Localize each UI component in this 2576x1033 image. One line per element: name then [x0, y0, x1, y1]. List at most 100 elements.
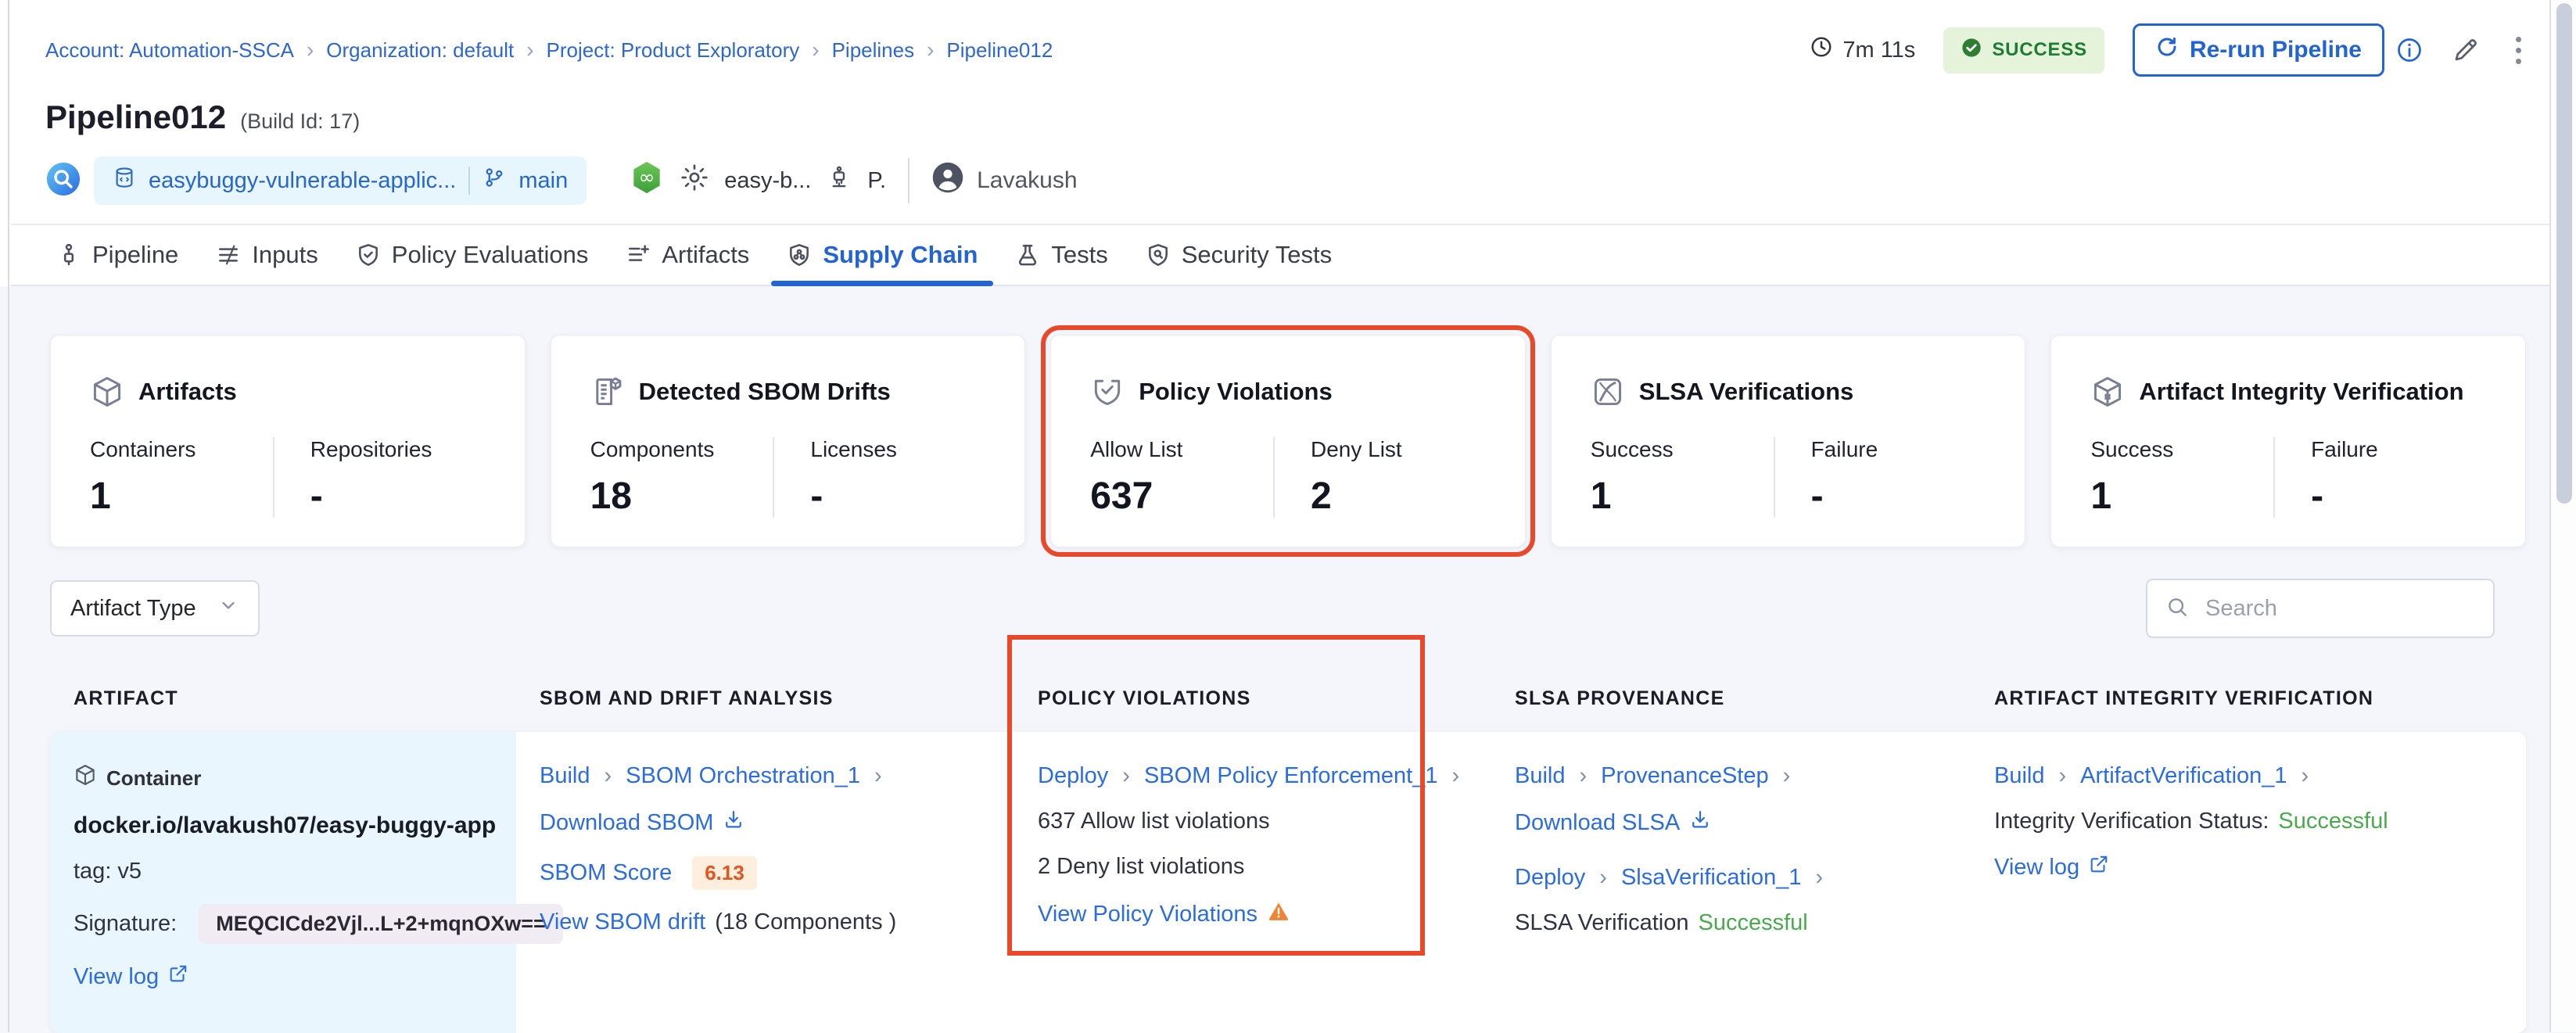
view-sbom-drift-link[interactable]: View SBOM drift — [540, 909, 705, 935]
sbom-score-badge: 6.13 — [692, 856, 757, 890]
chevron-separator: › — [874, 763, 882, 789]
signature-label: Signature: — [74, 911, 177, 937]
repo-name[interactable]: easybuggy-vulnerable-applic... — [149, 168, 456, 194]
chevron-separator: › — [2059, 763, 2067, 789]
page-title: Pipeline012 — [45, 99, 226, 136]
build-id: (Build Id: 17) — [240, 109, 360, 134]
slsa-status-value: Successful — [1698, 910, 1807, 936]
security-shield-icon — [1146, 242, 1171, 267]
check-circle-icon — [1961, 37, 1982, 64]
tab-pipeline[interactable]: Pipeline — [38, 225, 197, 285]
container-cube-icon — [74, 763, 97, 793]
sbom-document-icon — [590, 375, 625, 409]
column-header-integrity: ARTIFACT INTEGRITY VERIFICATION — [1971, 687, 2526, 710]
git-branch-icon — [483, 166, 506, 195]
breadcrumb-pipelines[interactable]: Pipelines — [832, 38, 915, 63]
header: Account: Automation-SSCA › Organization:… — [0, 0, 2576, 286]
tab-policy-evaluations[interactable]: Policy Evaluations — [337, 225, 608, 285]
download-sbom-link[interactable]: Download SBOM — [540, 810, 713, 836]
breadcrumb-account[interactable]: Account: Automation-SSCA — [45, 38, 294, 63]
step-link[interactable]: ProvenanceStep — [1601, 763, 1768, 789]
flask-icon — [1015, 242, 1040, 267]
view-log-link[interactable]: View log — [74, 964, 159, 990]
breadcrumb-organization[interactable]: Organization: default — [326, 38, 514, 63]
chevron-separator: › — [1599, 865, 1607, 891]
inputs-icon — [216, 242, 241, 267]
tab-security-tests[interactable]: Security Tests — [1127, 225, 1351, 285]
scrollbar-thumb[interactable] — [2556, 3, 2572, 504]
chevron-separator: › — [1783, 763, 1791, 789]
repository-icon — [113, 166, 136, 195]
summary-cards: Artifacts Containers 1 Repositories - — [50, 335, 2526, 547]
edit-pencil-icon[interactable] — [2452, 36, 2480, 64]
slsa-icon — [1591, 375, 1625, 409]
repo-branch-pill[interactable]: easybuggy-vulnerable-applic... main — [94, 156, 587, 205]
metric: Failure - — [2273, 437, 2494, 518]
tab-inputs[interactable]: Inputs — [197, 225, 336, 285]
more-options-kebab-icon[interactable] — [2508, 32, 2529, 69]
cube-icon — [90, 375, 124, 409]
pipeline-meta-row: easybuggy-vulnerable-applic... main ∞ ea… — [11, 136, 2576, 205]
breadcrumb-project[interactable]: Project: Product Exploratory — [547, 38, 800, 63]
artifacts-list-icon — [626, 242, 651, 267]
stage-link[interactable]: Deploy — [1515, 865, 1585, 891]
column-header-sbom: SBOM AND DRIFT ANALYSIS — [516, 687, 1014, 710]
chevron-separator: › — [1580, 763, 1588, 789]
download-icon — [1689, 809, 1711, 837]
step-link[interactable]: ArtifactVerification_1 — [2080, 763, 2287, 789]
breadcrumb-separator-icon: › — [526, 38, 533, 63]
artifacts-table: ARTIFACT SBOM AND DRIFT ANALYSIS POLICY … — [50, 665, 2526, 1033]
supply-chain-content: Artifacts Containers 1 Repositories - — [0, 335, 2576, 1033]
step-link[interactable]: SBOM Orchestration_1 — [626, 763, 860, 789]
title-row: Pipeline012 (Build Id: 17) — [11, 77, 2576, 136]
column-header-artifact: ARTIFACT — [50, 687, 516, 710]
refresh-icon — [2155, 35, 2179, 65]
artifact-image-name: docker.io/lavakush07/easy-buggy-app — [74, 812, 496, 839]
tab-tests[interactable]: Tests — [996, 225, 1126, 285]
stage-link[interactable]: Build — [1515, 763, 1566, 789]
metric: Allow List 637 — [1090, 437, 1273, 518]
pill-divider — [468, 167, 470, 195]
rerun-pipeline-button[interactable]: Re-run Pipeline — [2133, 23, 2384, 77]
integrity-status-value: Successful — [2278, 809, 2388, 834]
status-badge: SUCCESS — [1943, 27, 2104, 74]
chevron-down-icon — [217, 594, 239, 622]
info-icon[interactable] — [2395, 36, 2424, 64]
branch-name[interactable]: main — [518, 168, 568, 194]
sbom-score-label[interactable]: SBOM Score — [540, 860, 672, 886]
tab-artifacts[interactable]: Artifacts — [607, 225, 768, 285]
card-title-text: Policy Violations — [1139, 378, 1333, 406]
view-policy-violations-link[interactable]: View Policy Violations — [1038, 902, 1258, 927]
step-link[interactable]: SlsaVerification_1 — [1621, 865, 1802, 891]
shield-check-icon — [356, 242, 381, 267]
artifact-tag: tag: v5 — [74, 859, 142, 884]
signature-value: MEQCICde2Vjl...L+2+mqnOXw== — [199, 904, 563, 944]
metric: Licenses - — [773, 437, 993, 518]
shield-check-icon — [1090, 375, 1125, 409]
avatar-icon — [931, 161, 964, 200]
trigger-webhook-icon: ∞ — [629, 160, 665, 202]
run-meta: 7m 11s SUCCESS Re-run Pipeline — [1810, 23, 2529, 77]
step-link[interactable]: SBOM Policy Enforcement_1 — [1144, 763, 1438, 789]
integrity-status-label: Integrity Verification Status: — [1994, 809, 2269, 834]
nav-edge-divider — [8, 0, 9, 1032]
executor: Lavakush — [931, 161, 1077, 200]
stage-link[interactable]: Build — [1994, 763, 2045, 789]
search-input[interactable] — [2204, 595, 2476, 622]
stage-link[interactable]: Deploy — [1038, 763, 1108, 789]
breadcrumb-separator-icon: › — [307, 38, 314, 63]
breadcrumb-separator-icon: › — [927, 38, 934, 63]
tab-supply-chain[interactable]: Supply Chain — [768, 225, 996, 285]
trigger-user: P. — [867, 168, 886, 194]
download-slsa-link[interactable]: Download SLSA — [1515, 810, 1680, 836]
card-title-text: SLSA Verifications — [1639, 378, 1854, 406]
meta-divider — [908, 158, 909, 203]
slsa-provenance-cell: Build › ProvenanceStep › Download SLSA D… — [1491, 732, 1971, 1033]
deny-list-violations: 2 Deny list violations — [1038, 854, 1244, 880]
artifact-type-dropdown[interactable]: Artifact Type — [50, 580, 260, 637]
tab-bar: Pipeline Inputs Policy Evaluations Artif… — [11, 224, 2576, 286]
metric: Containers 1 — [90, 437, 273, 518]
run-duration: 7m 11s — [1810, 35, 1915, 65]
stage-link[interactable]: Build — [540, 763, 590, 789]
view-log-link[interactable]: View log — [1994, 855, 2079, 881]
